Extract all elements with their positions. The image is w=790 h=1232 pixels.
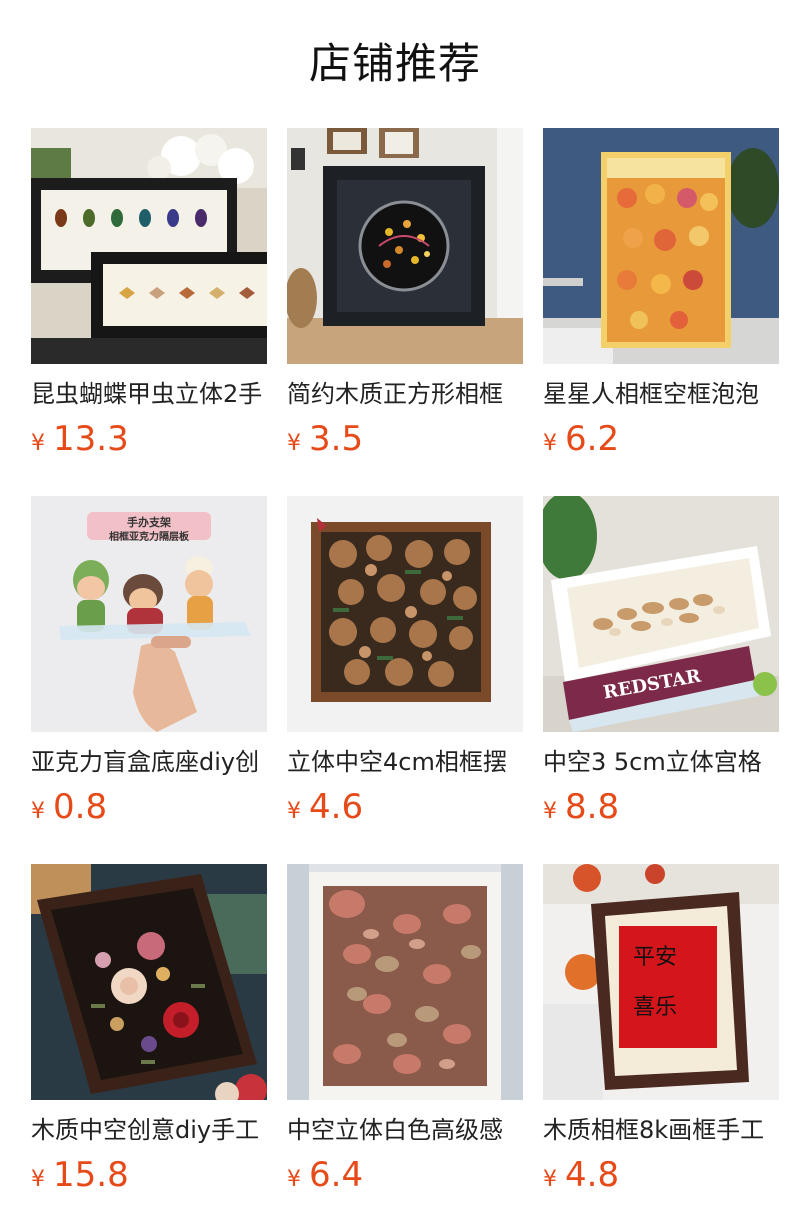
product-card[interactable]: REDSTAR 中空3 5cm立体宫格 ¥8.8 <box>543 496 779 864</box>
petal-frame-image[interactable] <box>287 864 523 1100</box>
product-name[interactable]: 星星人相框空框泡泡 <box>543 376 779 412</box>
product-name[interactable]: 中空3 5cm立体宫格 <box>543 744 779 780</box>
currency-symbol: ¥ <box>287 431 301 456</box>
product-grid: 昆虫蝴蝶甲虫立体2手 ¥13.3 简约木质正方形相框 ¥ 3.5 星星人相框空框… <box>31 128 779 1232</box>
star-figure-lightbox-image[interactable] <box>543 128 779 364</box>
page-title: 店铺推荐 <box>308 39 481 88</box>
product-card[interactable]: 木质中空创意diy手工 ¥15.8 <box>31 864 267 1232</box>
product-name[interactable]: 木质相框8k画框手工 <box>543 1112 779 1148</box>
product-price: ¥4.8 <box>543 1152 779 1198</box>
price-amount: 6.4 <box>309 1155 364 1195</box>
product-price: ¥4.6 <box>287 784 523 830</box>
calligraphy-frame-image[interactable]: 平安 喜乐 <box>543 864 779 1100</box>
product-card[interactable]: 中空立体白色高级感 ¥6.4 <box>287 864 523 1232</box>
currency-symbol: ¥ <box>543 1167 557 1192</box>
currency-symbol: ¥ <box>543 431 557 456</box>
square-frame-image[interactable] <box>287 128 523 364</box>
image-text: 喜乐 <box>633 995 677 1020</box>
price-amount: 8.8 <box>565 787 620 827</box>
product-name[interactable]: 亚克力盲盒底座diy创 <box>31 744 267 780</box>
currency-symbol: ¥ <box>31 799 45 824</box>
image-text: 相框亚克力隔层板 <box>109 530 190 543</box>
price-amount: 6.2 <box>565 419 620 459</box>
dried-flower-frame-image[interactable] <box>31 864 267 1100</box>
currency-symbol: ¥ <box>287 1167 301 1192</box>
image-text: 手办支架 <box>127 515 171 529</box>
product-price: ¥3.5 <box>287 416 523 462</box>
price-amount: 15.8 <box>53 1155 129 1195</box>
product-price: ¥0.8 <box>31 784 267 830</box>
price-amount: 13.3 <box>53 419 129 459</box>
price-amount: 4.6 <box>309 787 364 827</box>
product-price: ¥13.3 <box>31 416 267 462</box>
price-amount: 3.5 <box>309 419 364 459</box>
currency-symbol: ¥ <box>287 799 301 824</box>
product-name[interactable]: 立体中空4cm相框摆 <box>287 744 523 780</box>
currency-symbol: ¥ <box>543 799 557 824</box>
price-amount: 0.8 <box>53 787 108 827</box>
product-name[interactable]: 昆虫蝴蝶甲虫立体2手 <box>31 376 267 412</box>
product-price: ¥6.4 <box>287 1152 523 1198</box>
pinecone-frame-image[interactable] <box>287 496 523 732</box>
product-price: ¥15.8 <box>31 1152 267 1198</box>
product-card[interactable]: 立体中空4cm相框摆 ¥4.6 <box>287 496 523 864</box>
currency-symbol: ¥ <box>31 431 45 456</box>
image-text: 平安 <box>633 945 677 970</box>
acrylic-shelf-image[interactable]: 手办支架 相框亚克力隔层板 <box>31 496 267 732</box>
seashell-frame-image[interactable]: REDSTAR <box>543 496 779 732</box>
product-card[interactable]: 手办支架 相框亚克力隔层板 亚克力盲盒底座diy创 ¥0.8 <box>31 496 267 864</box>
product-price: ¥8.8 <box>543 784 779 830</box>
product-card[interactable]: 昆虫蝴蝶甲虫立体2手 ¥13.3 <box>31 128 267 496</box>
price-amount: 4.8 <box>565 1155 620 1195</box>
product-name[interactable]: 简约木质正方形相框 <box>287 376 523 412</box>
product-name[interactable]: 中空立体白色高级感 <box>287 1112 523 1148</box>
currency-symbol: ¥ <box>31 1167 45 1192</box>
product-price: ¥6.2 <box>543 416 779 462</box>
product-name[interactable]: 木质中空创意diy手工 <box>31 1112 267 1148</box>
insect-frame-image[interactable] <box>31 128 267 364</box>
product-card[interactable]: 简约木质正方形相框 ¥3.5 <box>287 128 523 496</box>
product-card[interactable]: 星星人相框空框泡泡 ¥6.2 <box>543 128 779 496</box>
product-card[interactable]: 平安 喜乐 木质相框8k画框手工 ¥4.8 <box>543 864 779 1232</box>
